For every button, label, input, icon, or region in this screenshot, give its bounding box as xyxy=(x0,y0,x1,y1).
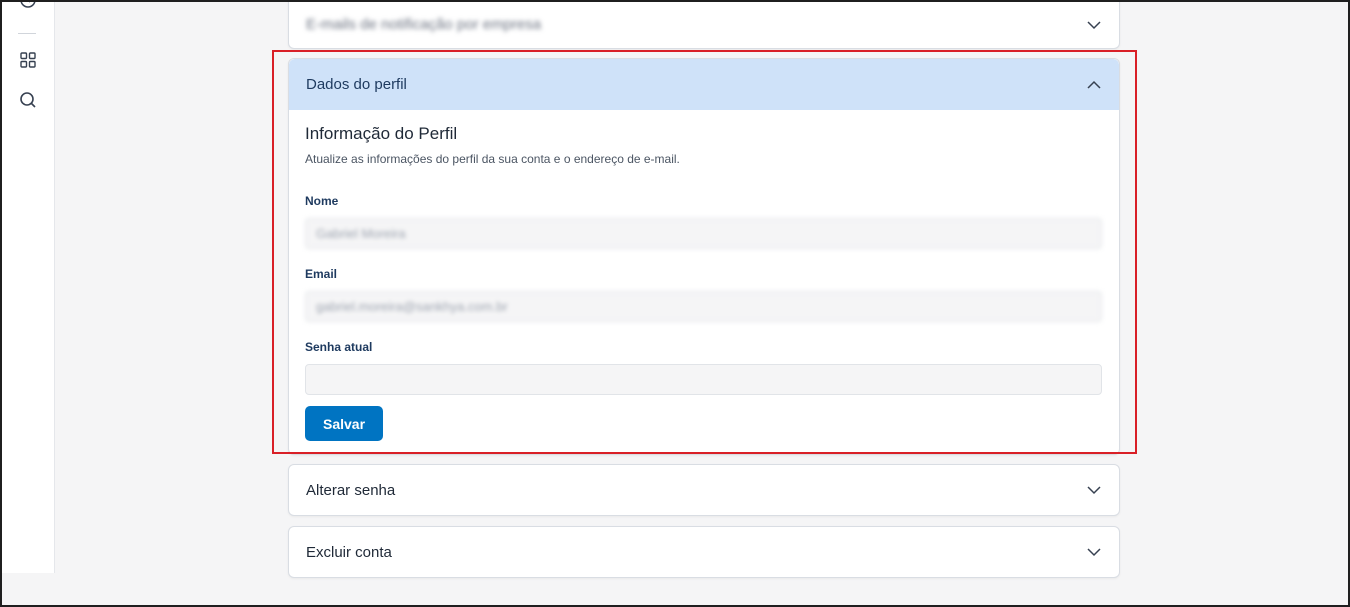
accordion-change-password[interactable]: Alterar senha xyxy=(288,464,1120,516)
accordion-title: Alterar senha xyxy=(306,481,396,499)
current-password-field[interactable] xyxy=(305,364,1102,395)
chevron-down-icon[interactable] xyxy=(1086,544,1102,560)
section-description: Atualize as informações do perfil da sua… xyxy=(305,152,680,166)
sidebar xyxy=(2,2,55,573)
chevron-down-icon[interactable] xyxy=(1086,482,1102,498)
section-title: Informação do Perfil xyxy=(305,124,458,143)
sidebar-divider xyxy=(18,33,36,34)
email-label: Email xyxy=(305,267,338,281)
name-field[interactable] xyxy=(305,218,1102,249)
accordion-notification-emails[interactable]: E-mails de notificação por empresa xyxy=(288,2,1120,49)
save-button[interactable]: Salvar xyxy=(305,406,384,441)
chevron-up-icon[interactable] xyxy=(1086,77,1102,93)
accordion-title: Dados do perfil xyxy=(306,76,407,93)
name-label: Nome xyxy=(305,194,339,208)
search-icon[interactable] xyxy=(18,90,38,110)
accordion-profile: Dados do perfil Informação do Perfil Atu… xyxy=(288,58,1120,455)
clock-icon[interactable] xyxy=(18,0,38,10)
accordion-delete-account[interactable]: Excluir conta xyxy=(288,526,1120,578)
grid-icon[interactable] xyxy=(18,50,38,70)
accordion-profile-header[interactable]: Dados do perfil xyxy=(289,59,1119,110)
chevron-down-icon[interactable] xyxy=(1086,17,1102,33)
password-label: Senha atual xyxy=(305,340,373,354)
accordion-title: Excluir conta xyxy=(306,543,392,561)
app-window: E-mails de notificação por empresa Dados… xyxy=(0,0,1350,607)
email-field[interactable] xyxy=(305,291,1102,322)
accordion-title: E-mails de notificação por empresa xyxy=(306,16,542,33)
